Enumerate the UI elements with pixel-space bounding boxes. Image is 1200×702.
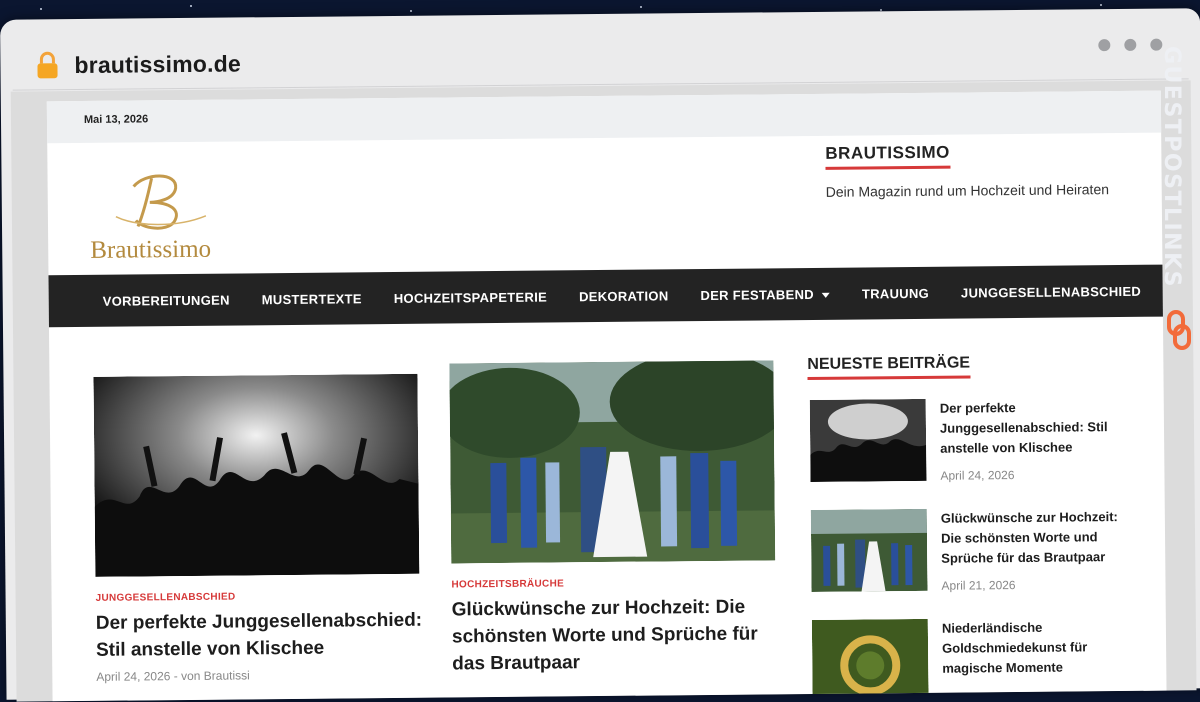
nav-item-label: DER FESTABEND xyxy=(700,286,814,302)
window-controls xyxy=(1098,39,1162,52)
sidebar-post-date: April 21, 2026 xyxy=(941,577,1141,593)
badge-text: GUESTPOSTLINKS xyxy=(1159,46,1184,288)
nav-item-vorbereitungen[interactable]: VORBEREITUNGEN xyxy=(49,292,246,309)
site-description: Dein Magazin rund um Hochzeit und Heirat… xyxy=(826,181,1109,200)
logo-monogram-icon xyxy=(85,166,226,237)
post-author[interactable]: von Brautissi xyxy=(181,668,250,683)
lock-icon xyxy=(34,51,60,79)
post-category[interactable]: JUNGGESELLENABSCHIED xyxy=(96,590,426,604)
main-navigation: VORBEREITUNGEN MUSTERTEXTE HOCHZEITSPAPE… xyxy=(48,265,1162,328)
sidebar-title: NEUESTE BEITRÄGE xyxy=(807,354,970,380)
current-date: Mai 13, 2026 xyxy=(84,113,148,126)
post-category[interactable]: HOCHZEITSBRÄUCHE xyxy=(451,576,781,590)
nav-item-hochzeitspapeterie[interactable]: HOCHZEITSPAPETERIE xyxy=(378,289,563,306)
sidebar-post-text: Glückwünsche zur Hochzeit: Die schönsten… xyxy=(941,507,1142,593)
sidebar-thumbnail[interactable] xyxy=(810,399,927,482)
wedding-ceremony-image xyxy=(449,360,775,563)
sidebar-post-title[interactable]: Glückwünsche zur Hochzeit: Die schönsten… xyxy=(941,507,1142,569)
sidebar-post[interactable]: Glückwünsche zur Hochzeit: Die schönsten… xyxy=(811,507,1152,596)
sidebar-post-date: April 24, 2026 xyxy=(940,467,1140,483)
post-card[interactable]: HOCHZEITSBRÄUCHE Glückwünsche zur Hochze… xyxy=(449,360,782,677)
sidebar-post[interactable]: Niederländische Goldschmiedekunst für ma… xyxy=(812,617,1153,702)
nav-item-junggesellenabschied[interactable]: JUNGGESELLENABSCHIED xyxy=(945,283,1157,300)
website-page: Mai 13, 2026 Brautissimo BRAUTISSIMO Dei… xyxy=(47,91,1167,702)
sidebar-thumbnail[interactable] xyxy=(811,509,928,592)
wedding-ceremony-image xyxy=(811,509,928,592)
nav-item-der-festabend[interactable]: DER FESTABEND xyxy=(684,286,846,303)
gold-rings-image xyxy=(812,619,929,702)
site-logo[interactable]: Brautissimo xyxy=(85,166,226,267)
post-title[interactable]: Der perfekte Junggesellenabschied: Stil … xyxy=(96,607,427,664)
site-title[interactable]: BRAUTISSIMO xyxy=(825,143,950,170)
window-dot[interactable] xyxy=(1098,39,1110,51)
page-viewport: Mai 13, 2026 Brautissimo BRAUTISSIMO Dei… xyxy=(11,80,1197,701)
nav-item-dekoration[interactable]: DEKORATION xyxy=(563,288,685,304)
sidebar-post-title[interactable]: Der perfekte Junggesellenabschied: Stil … xyxy=(940,397,1141,459)
sidebar-post-title[interactable]: Niederländische Goldschmiedekunst für ma… xyxy=(942,617,1143,679)
party-crowd-image xyxy=(93,374,419,577)
post-date[interactable]: April 24, 2026 xyxy=(96,669,170,684)
browser-window: brautissimo.de Mai 13, 2026 Brautissimo xyxy=(0,8,1200,699)
sidebar-thumbnail[interactable] xyxy=(812,619,929,702)
party-crowd-image xyxy=(810,399,927,482)
post-meta: April 24, 2026 - von Brautissi xyxy=(96,667,426,684)
sidebar-post-text: Niederländische Goldschmiedekunst für ma… xyxy=(942,617,1143,679)
logo-text: Brautissimo xyxy=(90,236,211,265)
chevron-down-icon xyxy=(822,292,830,297)
chain-link-icon xyxy=(1166,310,1192,350)
post-thumbnail[interactable] xyxy=(449,360,775,563)
post-title[interactable]: Glückwünsche zur Hochzeit: Die schönsten… xyxy=(452,593,783,677)
sidebar-post-text: Der perfekte Junggesellenabschied: Stil … xyxy=(940,397,1141,483)
nav-item-trauung[interactable]: TRAUUNG xyxy=(846,285,945,301)
site-header: Brautissimo BRAUTISSIMO Dein Magazin run… xyxy=(47,133,1162,280)
sidebar-post[interactable]: Der perfekte Junggesellenabschied: Stil … xyxy=(810,397,1151,486)
url-text[interactable]: brautissimo.de xyxy=(74,50,241,79)
post-card[interactable]: JUNGGESELLENABSCHIED Der perfekte Jungge… xyxy=(93,374,426,684)
post-thumbnail[interactable] xyxy=(93,374,419,577)
nav-item-mustertexte[interactable]: MUSTERTEXTE xyxy=(246,291,378,307)
window-dot[interactable] xyxy=(1124,39,1136,51)
guestpostlinks-badge: GUESTPOSTLINKS xyxy=(1162,40,1200,360)
